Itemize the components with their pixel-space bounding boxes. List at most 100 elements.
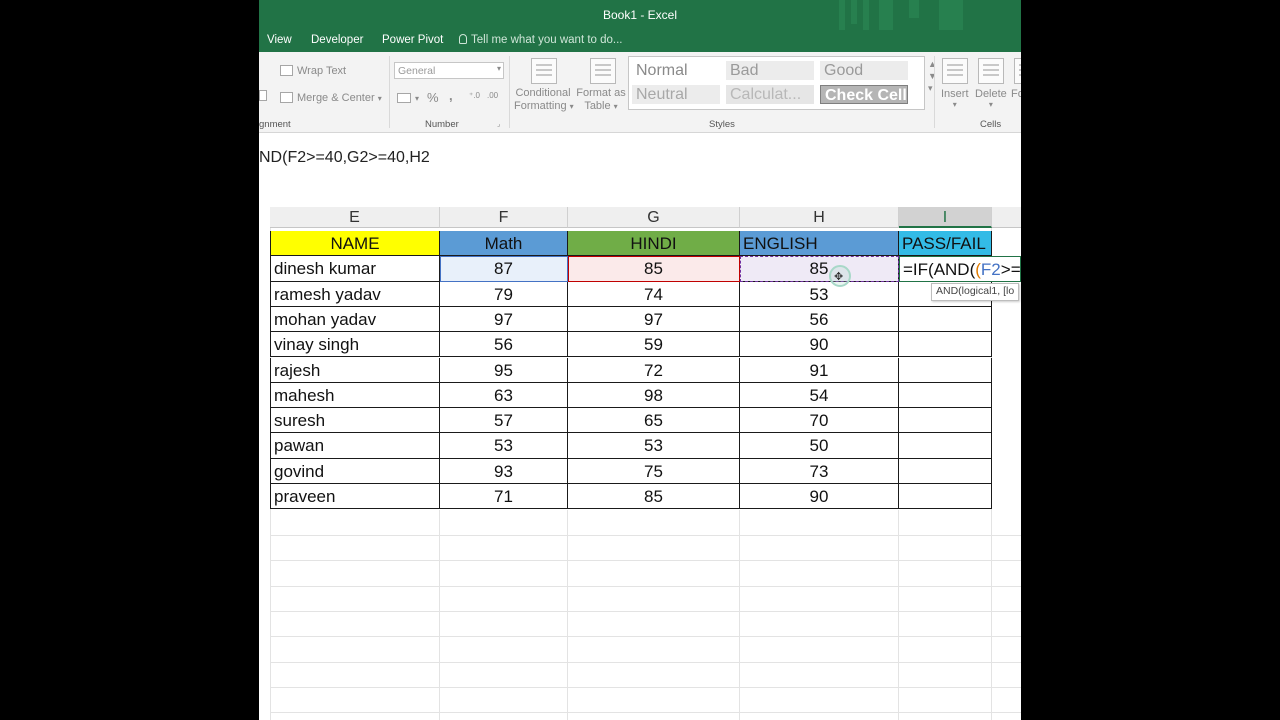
column-header-j[interactable] bbox=[992, 207, 1021, 228]
cell-pass-fail-editing[interactable]: =IF(AND((F2>=4 bbox=[899, 256, 1021, 282]
cell-name[interactable]: rajesh bbox=[270, 357, 440, 383]
cell-math[interactable]: 53 bbox=[440, 433, 568, 459]
column-header-g[interactable]: G bbox=[568, 207, 740, 228]
format-button[interactable]: Fo bbox=[1011, 88, 1021, 100]
number-format-dropdown[interactable]: General ▾ bbox=[394, 62, 504, 79]
style-normal[interactable]: Normal bbox=[632, 61, 720, 80]
column-header-i[interactable]: I bbox=[899, 207, 992, 228]
wrap-text-button[interactable]: Wrap Text bbox=[280, 65, 346, 77]
cell-math[interactable]: 97 bbox=[440, 306, 568, 333]
cell-name[interactable]: pawan bbox=[270, 433, 440, 459]
cell-english[interactable]: 85 bbox=[740, 256, 899, 282]
insert-button[interactable]: Insert ▾ bbox=[941, 88, 969, 109]
cell-math[interactable]: 57 bbox=[440, 408, 568, 434]
decrease-decimal-icon[interactable]: .00 bbox=[487, 91, 498, 100]
cell-math[interactable]: 63 bbox=[440, 382, 568, 409]
style-neutral[interactable]: Neutral bbox=[632, 85, 720, 104]
cell-hindi[interactable]: 74 bbox=[568, 281, 740, 307]
column-header-h[interactable]: H bbox=[740, 207, 899, 228]
conditional-formatting-button[interactable]: Conditional Formatting ▾ bbox=[514, 87, 574, 113]
percent-button[interactable]: % bbox=[427, 90, 439, 105]
cell-hindi[interactable]: 59 bbox=[568, 332, 740, 358]
style-good[interactable]: Good bbox=[820, 61, 908, 80]
header-cell-english[interactable]: ENGLISH bbox=[740, 231, 899, 257]
group-divider bbox=[934, 56, 935, 128]
cell-name[interactable]: suresh bbox=[270, 408, 440, 434]
style-calculation[interactable]: Calculat... bbox=[726, 85, 814, 104]
cell-math[interactable]: 79 bbox=[440, 281, 568, 307]
merge-center-button[interactable]: Merge & Center ▾ bbox=[280, 92, 382, 104]
column-header-e[interactable]: E bbox=[270, 207, 440, 228]
cell-pass-fail[interactable] bbox=[899, 458, 992, 484]
cell-math[interactable]: 95 bbox=[440, 357, 568, 383]
cell-hindi[interactable]: 85 bbox=[568, 256, 740, 282]
cell-english[interactable]: 70 bbox=[740, 408, 899, 434]
cell-name[interactable]: mahesh bbox=[270, 382, 440, 409]
cell-english[interactable]: 50 bbox=[740, 433, 899, 459]
cell-english[interactable]: 90 bbox=[740, 332, 899, 358]
column-header-f[interactable]: F bbox=[440, 207, 568, 228]
cell-pass-fail[interactable] bbox=[899, 382, 992, 409]
number-dialog-launcher-icon[interactable]: ⌟ bbox=[497, 120, 500, 128]
wrap-text-icon bbox=[280, 65, 293, 76]
gallery-scroll[interactable]: ▲ ▼ ▾ bbox=[928, 58, 937, 94]
tab-view[interactable]: View bbox=[267, 34, 292, 46]
cell-pass-fail[interactable] bbox=[899, 306, 992, 333]
style-check-cell[interactable]: Check Cell bbox=[820, 85, 908, 104]
cell-name[interactable]: dinesh kumar bbox=[270, 256, 440, 282]
cell-hindi[interactable]: 97 bbox=[568, 306, 740, 333]
formula-bar-text[interactable]: ND(F2>=40,G2>=40,H2 bbox=[259, 149, 430, 167]
cell-math[interactable]: 93 bbox=[440, 458, 568, 484]
cell-hindi[interactable]: 85 bbox=[568, 484, 740, 510]
style-bad[interactable]: Bad bbox=[726, 61, 814, 80]
cell-english[interactable]: 90 bbox=[740, 484, 899, 510]
cell-english[interactable]: 91 bbox=[740, 357, 899, 383]
gridline bbox=[270, 662, 1021, 663]
cell-english[interactable]: 53 bbox=[740, 281, 899, 307]
cell-math[interactable]: 87 bbox=[440, 256, 568, 282]
insert-cells-icon bbox=[942, 58, 968, 84]
cell-pass-fail[interactable] bbox=[899, 433, 992, 459]
tell-me-search[interactable]: Tell me what you want to do... bbox=[459, 34, 623, 46]
styles-group-label: Styles bbox=[709, 119, 735, 130]
format-as-table-button[interactable]: Format as Table ▾ bbox=[575, 87, 627, 113]
cell-hindi[interactable]: 72 bbox=[568, 357, 740, 383]
title-decoration bbox=[879, 0, 893, 30]
title-decoration bbox=[939, 0, 963, 30]
delete-button[interactable]: Delete ▾ bbox=[975, 88, 1007, 109]
cell-name[interactable]: ramesh yadav bbox=[270, 281, 440, 307]
header-cell-math[interactable]: Math bbox=[440, 231, 568, 257]
align-icon[interactable] bbox=[259, 90, 271, 102]
cell-math[interactable]: 71 bbox=[440, 484, 568, 510]
cell-name[interactable]: praveen bbox=[270, 484, 440, 510]
cell-name[interactable]: mohan yadav bbox=[270, 306, 440, 333]
cell-styles-gallery: Normal Bad Good Neutral Calculat... Chec… bbox=[628, 56, 925, 110]
cell-pass-fail[interactable] bbox=[899, 357, 992, 383]
conditional-formatting-label-2: Formatting bbox=[514, 100, 567, 112]
cell-hindi[interactable]: 53 bbox=[568, 433, 740, 459]
currency-button[interactable]: ▾ bbox=[397, 90, 419, 104]
cell-english[interactable]: 54 bbox=[740, 382, 899, 409]
cell-english[interactable]: 56 bbox=[740, 306, 899, 333]
formula-bar[interactable]: ND(F2>=40,G2>=40,H2 bbox=[259, 133, 1021, 198]
spreadsheet-grid[interactable]: E F G H I NAME Math HINDI ENGLISH PASS/FAIL d… bbox=[259, 197, 1021, 720]
tab-developer[interactable]: Developer bbox=[311, 34, 363, 46]
gridline bbox=[270, 560, 1021, 561]
cell-name[interactable]: vinay singh bbox=[270, 332, 440, 358]
header-cell-hindi[interactable]: HINDI bbox=[568, 231, 740, 257]
header-cell-pass-fail[interactable]: PASS/FAIL bbox=[899, 231, 992, 257]
cell-pass-fail[interactable] bbox=[899, 408, 992, 434]
header-cell-name[interactable]: NAME bbox=[270, 231, 440, 257]
increase-decimal-icon[interactable]: ⁺.0 bbox=[469, 91, 480, 100]
cell-math[interactable]: 56 bbox=[440, 332, 568, 358]
comma-button[interactable]: , bbox=[449, 88, 453, 103]
cell-hindi[interactable]: 65 bbox=[568, 408, 740, 434]
gridline bbox=[270, 636, 1021, 637]
cell-english[interactable]: 73 bbox=[740, 458, 899, 484]
cell-name[interactable]: govind bbox=[270, 458, 440, 484]
cell-pass-fail[interactable] bbox=[899, 332, 992, 358]
cell-hindi[interactable]: 75 bbox=[568, 458, 740, 484]
cell-pass-fail[interactable] bbox=[899, 484, 992, 510]
tab-power-pivot[interactable]: Power Pivot bbox=[382, 34, 443, 46]
cell-hindi[interactable]: 98 bbox=[568, 382, 740, 409]
